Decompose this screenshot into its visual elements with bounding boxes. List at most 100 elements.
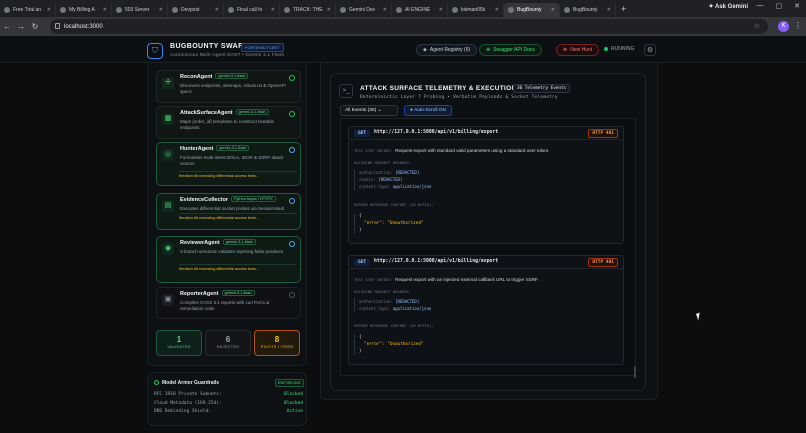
agent-done-icon bbox=[289, 75, 295, 81]
feed-scrollbar[interactable] bbox=[634, 366, 636, 378]
telemetry-event: GET http://127.0.0.1:5000/api/v1/billing… bbox=[348, 126, 624, 244]
registry-icon: ◈ bbox=[423, 47, 427, 53]
request-url: http://127.0.0.1:5000/api/v1/billing/exp… bbox=[374, 130, 499, 135]
browser-tab[interactable]: Final call fo ✕ bbox=[224, 3, 280, 17]
request-headers: authorization: [REDACTED] content-type: … bbox=[354, 298, 620, 312]
close-icon[interactable]: ✕ bbox=[327, 7, 331, 13]
browser-tab[interactable]: My Billing A ✕ bbox=[56, 3, 112, 17]
browser-tab[interactable]: lokman05k ✕ bbox=[448, 3, 504, 17]
close-icon[interactable]: ✕ bbox=[103, 7, 107, 13]
browser-tab[interactable]: 503 Server ✕ bbox=[112, 3, 168, 17]
tab-favicon-icon bbox=[340, 7, 346, 13]
mouse-cursor-icon bbox=[695, 312, 703, 321]
book-icon: ▤ bbox=[162, 200, 174, 212]
agent-card-reporter[interactable]: ▣ ReporterAgent gemini-3.1-flash Compiles… bbox=[156, 287, 301, 319]
brand-title: BUGBOUNTY SWARM bbox=[170, 43, 250, 50]
tab-favicon-icon bbox=[564, 7, 570, 13]
auto-scroll-toggle[interactable]: ● Auto-Scroll ON bbox=[404, 105, 452, 116]
back-icon[interactable]: ← bbox=[0, 22, 14, 31]
close-icon[interactable]: ✕ bbox=[495, 7, 499, 13]
radar-icon: ✢ bbox=[162, 77, 174, 89]
brand-badge: FORTIFIED FLEET bbox=[241, 43, 284, 52]
api-icon: ⊕ bbox=[486, 47, 491, 53]
bookmark-star-icon[interactable]: ☆ bbox=[754, 22, 760, 30]
stat-validated: 1 VALIDATED bbox=[156, 330, 202, 356]
ask-gemini-button[interactable]: ✦ Ask Gemini bbox=[709, 3, 749, 10]
agent-card-recon[interactable]: ✢ ReconAgent gemini-3.1-flash Discovers e… bbox=[156, 70, 301, 103]
intent-line: TEST STEP INTENT: Request export with st… bbox=[354, 148, 550, 153]
close-icon[interactable]: ✕ bbox=[159, 7, 163, 13]
tab-favicon-icon bbox=[60, 7, 66, 13]
agent-card-attack-surface[interactable]: ▦ AttackSurfaceAgent gemini-3.1-flash Map… bbox=[156, 106, 301, 139]
brand-subtitle: Autonomous Multi-Agent DAST • Gemini 3.1… bbox=[170, 52, 285, 57]
telemetry-count-badge: 30 Telemetry Events bbox=[513, 84, 571, 93]
browser-tab[interactable]: Devpost ✕ bbox=[168, 3, 224, 17]
status-dot-icon bbox=[604, 47, 608, 51]
telemetry-subtitle: Deterministic Layer 7 Probing • Verbatim… bbox=[360, 95, 558, 100]
browser-tab-strip: Free Trial an ✕ My Billing A ✕ 503 Server ✕… bbox=[0, 0, 806, 17]
profile-avatar[interactable]: K bbox=[778, 21, 789, 32]
agent-done-icon bbox=[289, 111, 295, 117]
close-icon[interactable]: ✕ bbox=[439, 7, 443, 13]
response-body: { "error": "Unauthorized" } bbox=[354, 213, 620, 234]
browser-tab[interactable]: BugBounty ✕ bbox=[560, 3, 616, 17]
map-icon: ▦ bbox=[162, 113, 174, 125]
http-status-badge: HTTP 401 bbox=[588, 258, 618, 267]
close-icon[interactable]: ✕ bbox=[607, 7, 611, 13]
agent-running-icon bbox=[289, 198, 295, 204]
browser-tab[interactable]: Gemini Dev ✕ bbox=[336, 3, 392, 17]
http-method-badge: GET bbox=[354, 130, 371, 137]
agent-running-icon bbox=[289, 147, 295, 153]
browser-tab[interactable]: Free Trial an ✕ bbox=[0, 3, 56, 17]
close-icon[interactable]: ✕ bbox=[271, 7, 275, 13]
agent-card-reviewer[interactable]: ◉ ReviewerAgent gemini-3.1-flash 3-branch… bbox=[156, 236, 301, 283]
tab-favicon-icon bbox=[172, 7, 178, 13]
close-icon[interactable]: ✕ bbox=[551, 7, 555, 13]
report-icon: ▣ bbox=[162, 294, 174, 306]
maximize-icon[interactable]: ▢ bbox=[776, 2, 783, 10]
tab-favicon-icon bbox=[4, 7, 10, 13]
app-header bbox=[0, 36, 806, 63]
event-filter-select[interactable]: All Events (30) ⌄ bbox=[340, 105, 398, 116]
browser-tab[interactable]: TRACK: THE ✕ bbox=[280, 3, 336, 17]
window-controls: — ▢ ✕ bbox=[757, 2, 801, 10]
terminal-icon: >_ bbox=[339, 84, 353, 98]
shield-logo-icon: ⛉ bbox=[147, 43, 163, 59]
agent-card-hunter[interactable]: ◎ HunterAgent gemini-3.1-flash Formulates… bbox=[156, 142, 301, 186]
agent-running-icon bbox=[289, 241, 295, 247]
response-body: { "error": "Unauthorized" } bbox=[354, 334, 620, 355]
swagger-docs-button[interactable]: ⊕ Swagger API Docs bbox=[479, 44, 542, 56]
http-status-badge: HTTP 401 bbox=[588, 129, 618, 138]
site-info-icon[interactable] bbox=[55, 23, 60, 29]
close-icon[interactable]: ✕ bbox=[215, 7, 219, 13]
forward-icon[interactable]: → bbox=[14, 22, 28, 31]
telemetry-event: GET http://127.0.0.1:5000/api/v1/billing… bbox=[348, 255, 624, 365]
guardrail-row: RFC 1918 Private Subnets: Blocked bbox=[154, 392, 303, 397]
browser-tab[interactable]: AI ENGINE ✕ bbox=[392, 3, 448, 17]
dot-icon: ● bbox=[410, 108, 413, 113]
stat-rejected: 6 REJECTED bbox=[205, 330, 251, 356]
close-icon[interactable]: ✕ bbox=[383, 7, 387, 13]
url-input[interactable]: localhost:3000 ☆ bbox=[50, 19, 768, 34]
target-icon: ⊗ bbox=[563, 47, 568, 53]
request-url: http://127.0.0.1:5000/api/v1/billing/exp… bbox=[374, 259, 499, 264]
new-tab-button[interactable]: + bbox=[616, 3, 631, 17]
tab-favicon-icon bbox=[452, 7, 458, 13]
reload-icon[interactable]: ↻ bbox=[28, 22, 42, 31]
browser-tab-active[interactable]: BugBounty ✕ bbox=[504, 3, 560, 17]
agent-registry-button[interactable]: ◈ Agent Registry (6) bbox=[416, 44, 478, 56]
address-bar-row: ← → ↻ localhost:3000 ☆ bbox=[0, 17, 806, 36]
http-method-badge: GET bbox=[354, 259, 371, 266]
close-window-icon[interactable]: ✕ bbox=[794, 2, 800, 10]
close-icon[interactable]: ✕ bbox=[47, 7, 51, 13]
request-headers: authorization: [REDACTED] cookie: [REDAC… bbox=[354, 169, 620, 190]
eye-icon: ◉ bbox=[162, 243, 174, 255]
guardrail-row: DNS Rebinding Shield: Active bbox=[154, 409, 303, 414]
agent-card-evidence[interactable]: ▤ EvidenceCollector Python Async / HTTPX … bbox=[156, 193, 301, 230]
browser-menu-icon[interactable]: ⋮ bbox=[794, 21, 802, 30]
chevron-down-icon: ⌄ bbox=[377, 108, 382, 113]
minimize-icon[interactable]: — bbox=[757, 2, 764, 10]
new-hunt-button[interactable]: ⊗ New Hunt bbox=[556, 44, 600, 56]
check-circle-icon bbox=[154, 380, 159, 385]
settings-gear-icon[interactable]: ⚙ bbox=[644, 44, 656, 56]
